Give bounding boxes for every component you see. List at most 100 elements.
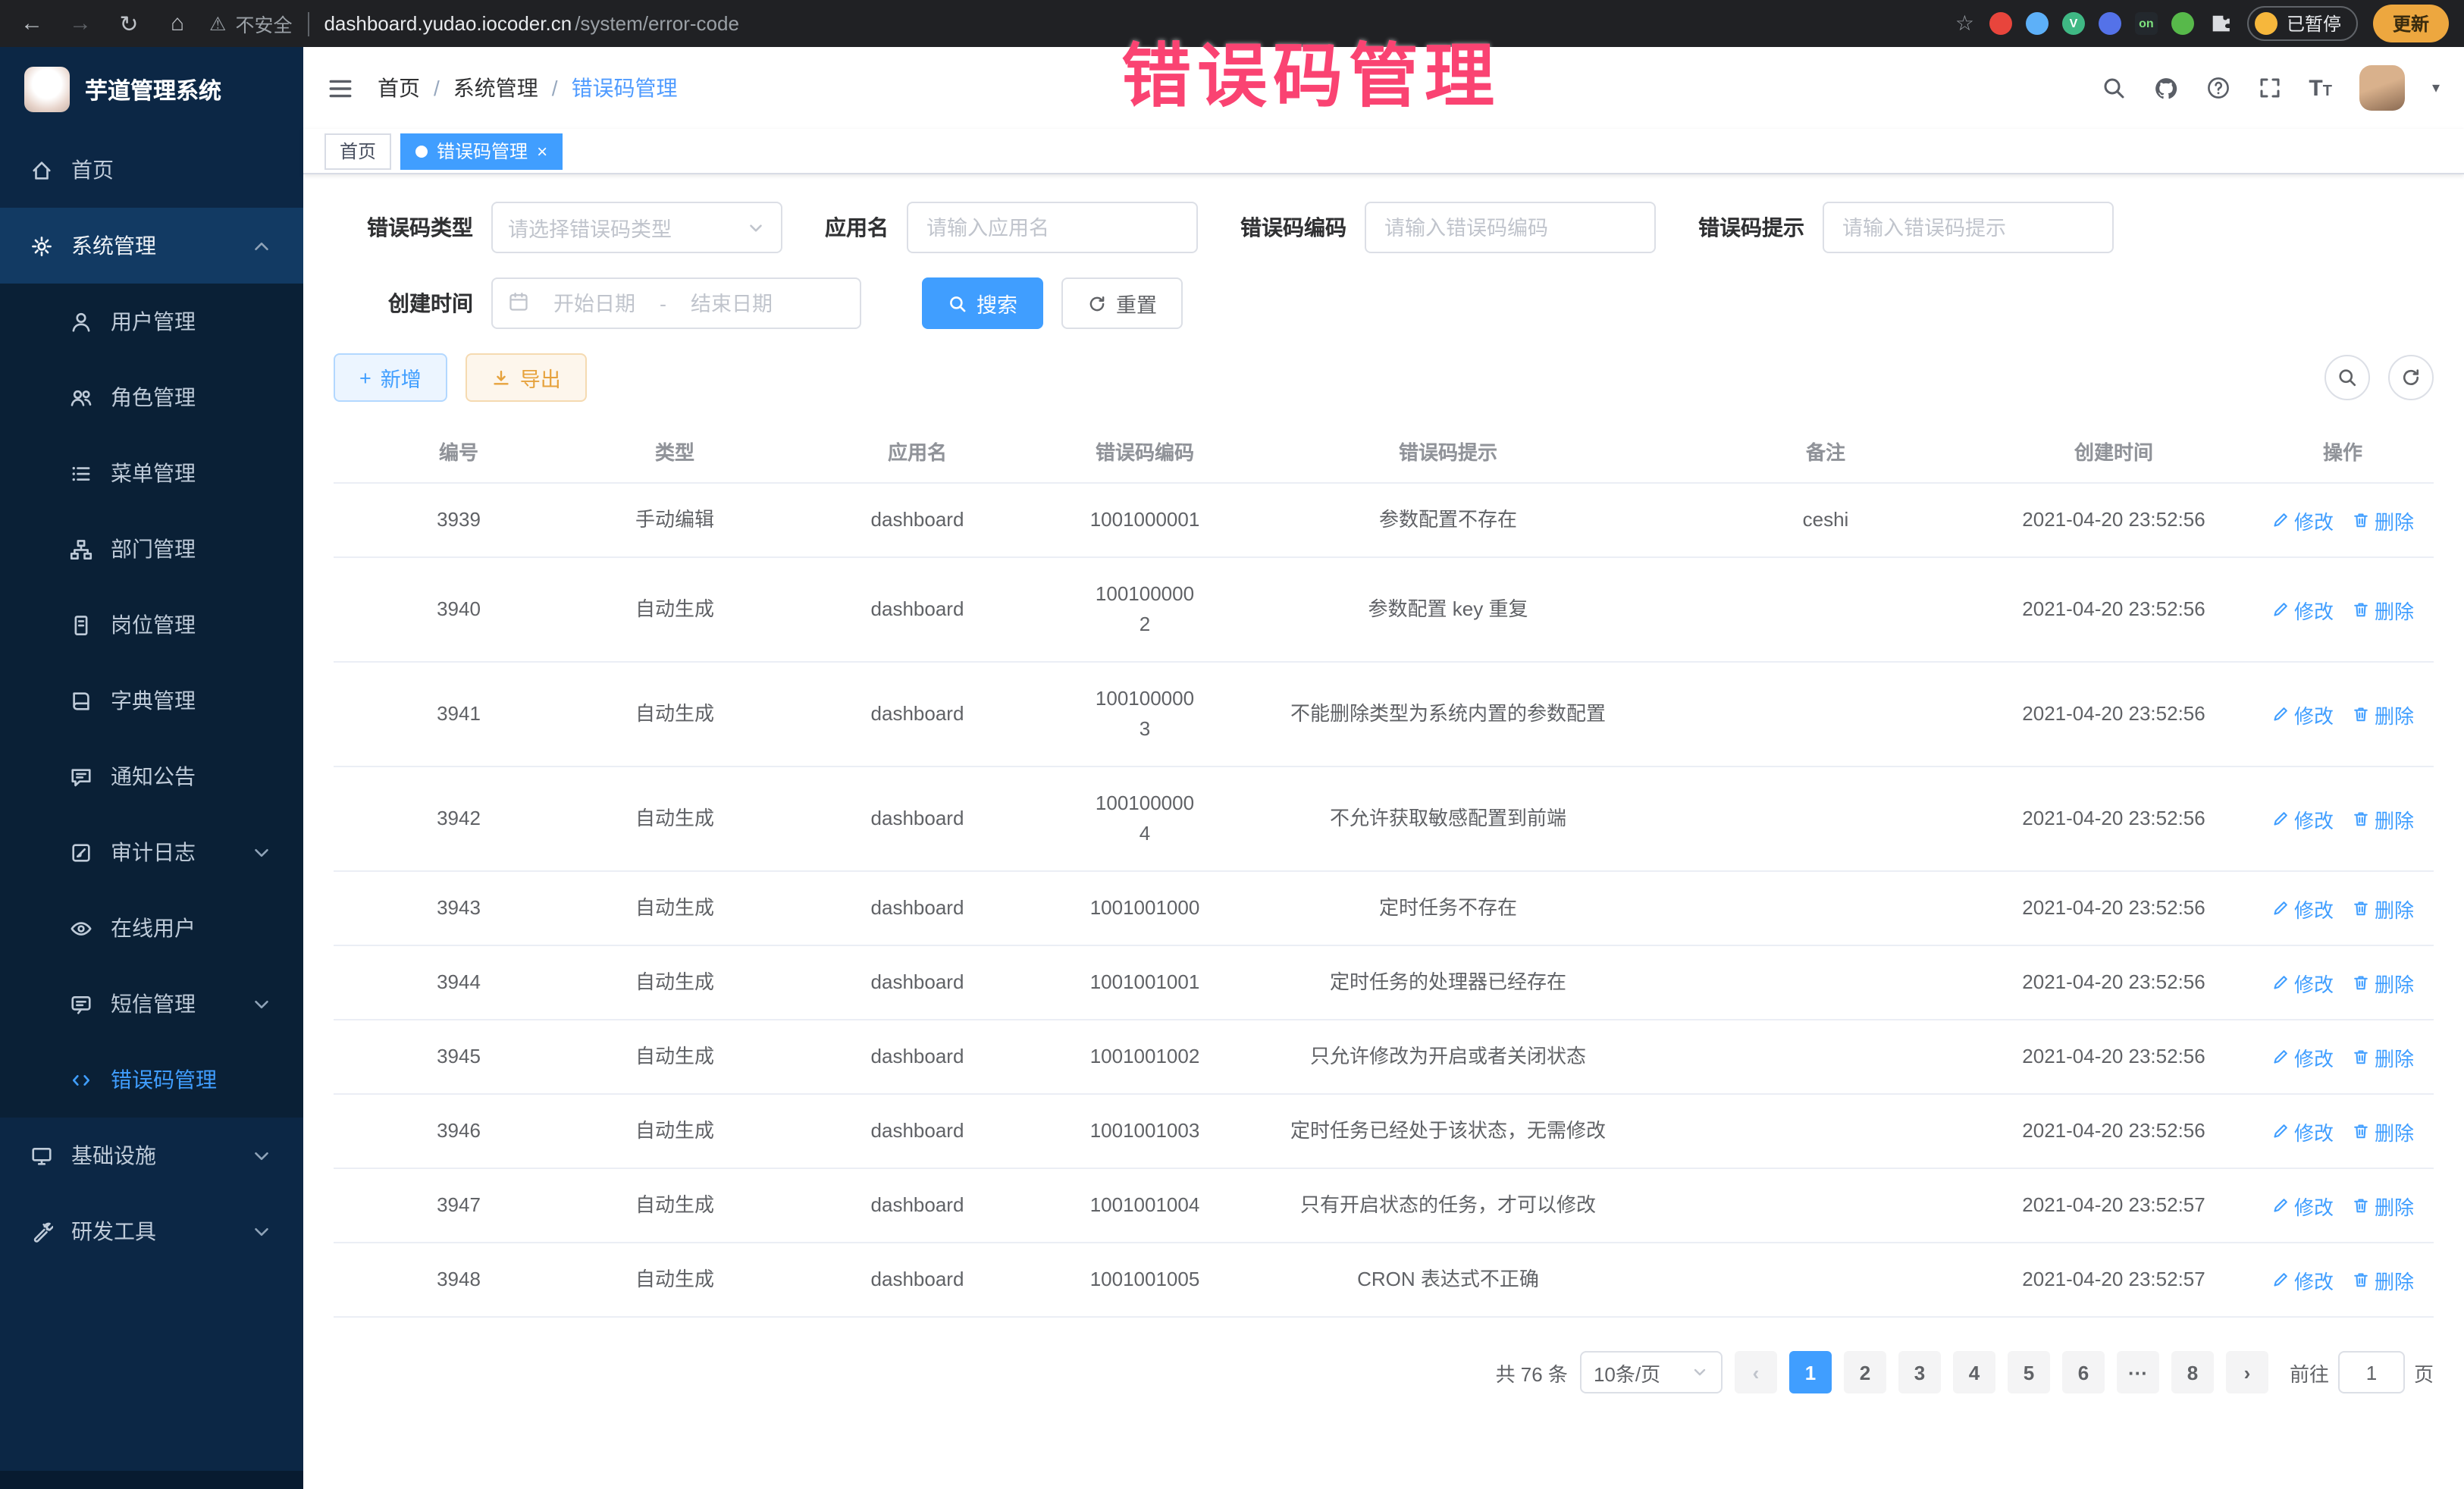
pagination-page-5[interactable]: 5 xyxy=(2008,1351,2050,1393)
date-range-picker[interactable]: - xyxy=(491,277,861,329)
help-icon[interactable] xyxy=(2205,76,2230,100)
breadcrumb-item[interactable]: 首页 xyxy=(378,73,420,103)
search-button[interactable]: 搜索 xyxy=(922,277,1043,329)
logo-title: 芋道管理系统 xyxy=(85,74,221,105)
pagination-more[interactable]: ··· xyxy=(2117,1351,2159,1393)
page-size-value: 10条/页 xyxy=(1594,1358,1660,1387)
sidebar-item-system-management[interactable]: 系统管理 xyxy=(0,208,303,284)
edit-link[interactable]: 修改 xyxy=(2271,968,2334,997)
delete-link[interactable]: 删除 xyxy=(2352,595,2414,624)
sidebar-item-error-code-management[interactable]: 错误码管理 xyxy=(0,1042,303,1118)
avatar[interactable] xyxy=(2359,65,2405,111)
edit-link[interactable]: 修改 xyxy=(2271,1191,2334,1220)
reload-icon[interactable]: ↻ xyxy=(112,7,146,40)
sidebar-item-post-management[interactable]: 岗位管理 xyxy=(0,587,303,663)
cell-actions: 修改删除 xyxy=(2252,679,2434,750)
delete-link[interactable]: 删除 xyxy=(2352,506,2414,534)
sidebar-item-dept-management[interactable]: 部门管理 xyxy=(0,511,303,587)
tab-error-code[interactable]: 错误码管理× xyxy=(400,133,563,169)
sidebar-item-label: 部门管理 xyxy=(111,534,196,564)
goto-page-input[interactable] xyxy=(2338,1351,2405,1393)
toggle-search-icon[interactable] xyxy=(2324,355,2370,400)
pagination-page-2[interactable]: 2 xyxy=(1844,1351,1886,1393)
profile-chip[interactable]: 已暂停 xyxy=(2247,6,2358,41)
error-type-select[interactable]: 请选择错误码类型 xyxy=(491,202,782,253)
extension-icon-vue-devtools[interactable]: V xyxy=(2062,12,2085,35)
hamburger-icon[interactable] xyxy=(328,75,353,101)
end-date-input[interactable] xyxy=(676,292,788,315)
page-size-select[interactable]: 10条/页 xyxy=(1580,1351,1723,1393)
delete-link[interactable]: 删除 xyxy=(2352,804,2414,833)
sidebar-item-audit-log[interactable]: 审计日志 xyxy=(0,814,303,890)
extensions-puzzle-icon[interactable] xyxy=(2209,12,2232,35)
table-row: 3941自动生成dashboard1001000003不能删除类型为系统内置的参… xyxy=(334,663,2434,767)
pagination-page-6[interactable]: 6 xyxy=(2062,1351,2105,1393)
edit-link[interactable]: 修改 xyxy=(2271,804,2334,833)
delete-link[interactable]: 删除 xyxy=(2352,894,2414,923)
refresh-icon[interactable] xyxy=(2388,355,2434,400)
delete-link[interactable]: 删除 xyxy=(2352,968,2414,997)
pagination-page-4[interactable]: 4 xyxy=(1953,1351,1995,1393)
security-indicator[interactable]: ⚠ 不安全 xyxy=(209,9,292,38)
breadcrumb-item[interactable]: 系统管理 xyxy=(453,73,538,103)
tree-icon xyxy=(70,538,92,560)
back-icon[interactable]: ← xyxy=(15,7,49,40)
add-button[interactable]: + 新增 xyxy=(334,353,447,402)
error-hint-input[interactable] xyxy=(1823,202,2114,253)
pagination-next-button[interactable]: › xyxy=(2226,1351,2268,1393)
eye-icon xyxy=(70,917,92,939)
delete-link[interactable]: 删除 xyxy=(2352,1265,2414,1294)
edit-link[interactable]: 修改 xyxy=(2271,1117,2334,1146)
sidebar-item-home[interactable]: 首页 xyxy=(0,132,303,208)
sidebar-item-online-user[interactable]: 在线用户 xyxy=(0,890,303,966)
sidebar-item-user-management[interactable]: 用户管理 xyxy=(0,284,303,359)
update-button[interactable]: 更新 xyxy=(2373,5,2449,42)
forward-icon[interactable]: → xyxy=(64,7,97,40)
extension-icon-proxy-switch[interactable]: on xyxy=(2135,12,2158,35)
code-icon xyxy=(70,1068,92,1091)
sidebar-item-notice-management[interactable]: 通知公告 xyxy=(0,738,303,814)
pagination-page-8[interactable]: 8 xyxy=(2171,1351,2214,1393)
sidebar-item-menu-management[interactable]: 菜单管理 xyxy=(0,435,303,511)
pagination-page-3[interactable]: 3 xyxy=(1898,1351,1941,1393)
sidebar-item-dev-tools[interactable]: 研发工具 xyxy=(0,1193,303,1269)
sidebar-item-dict-management[interactable]: 字典管理 xyxy=(0,663,303,738)
delete-link[interactable]: 删除 xyxy=(2352,700,2414,729)
avatar-caret-icon[interactable]: ▾ xyxy=(2432,80,2440,96)
tab-home[interactable]: 首页 xyxy=(324,133,391,169)
export-button[interactable]: 导出 xyxy=(466,353,587,402)
extension-icon-grid-tool[interactable] xyxy=(2099,12,2121,35)
error-code-input[interactable] xyxy=(1365,202,1656,253)
github-icon[interactable] xyxy=(2152,75,2178,101)
delete-link[interactable]: 删除 xyxy=(2352,1191,2414,1220)
home-nav-icon[interactable]: ⌂ xyxy=(161,7,194,40)
extension-icon-color-picker[interactable] xyxy=(2026,12,2049,35)
edit-link[interactable]: 修改 xyxy=(2271,700,2334,729)
pagination-prev-button[interactable]: ‹ xyxy=(1735,1351,1777,1393)
edit-link[interactable]: 修改 xyxy=(2271,595,2334,624)
sidebar-item-infrastructure[interactable]: 基础设施 xyxy=(0,1118,303,1193)
app-name-input[interactable] xyxy=(907,202,1198,253)
cell-app: dashboard xyxy=(766,484,1069,556)
edit-link[interactable]: 修改 xyxy=(2271,894,2334,923)
extension-icon-leaf-tool[interactable] xyxy=(2171,12,2194,35)
edit-link[interactable]: 修改 xyxy=(2271,1265,2334,1294)
edit-link[interactable]: 修改 xyxy=(2271,1042,2334,1071)
reset-button[interactable]: 重置 xyxy=(1061,277,1183,329)
search-icon[interactable] xyxy=(2101,76,2125,100)
filter-row-2: 创建时间 - 搜索 xyxy=(334,277,2434,329)
bookmark-star-icon[interactable]: ☆ xyxy=(1955,11,1974,36)
font-size-icon[interactable]: TT xyxy=(2309,75,2332,101)
delete-link[interactable]: 删除 xyxy=(2352,1042,2414,1071)
extension-icon-recorder[interactable] xyxy=(1989,12,2012,35)
delete-link[interactable]: 删除 xyxy=(2352,1117,2414,1146)
pagination-page-1[interactable]: 1 xyxy=(1789,1351,1832,1393)
sidebar-collapse-bar[interactable] xyxy=(0,1471,303,1489)
fullscreen-icon[interactable] xyxy=(2257,76,2281,100)
sidebar-item-role-management[interactable]: 角色管理 xyxy=(0,359,303,435)
start-date-input[interactable] xyxy=(538,292,650,315)
logo[interactable]: 芋道管理系统 xyxy=(0,47,303,132)
tab-close-icon[interactable]: × xyxy=(537,142,547,160)
sidebar-item-sms-management[interactable]: 短信管理 xyxy=(0,966,303,1042)
edit-link[interactable]: 修改 xyxy=(2271,506,2334,534)
